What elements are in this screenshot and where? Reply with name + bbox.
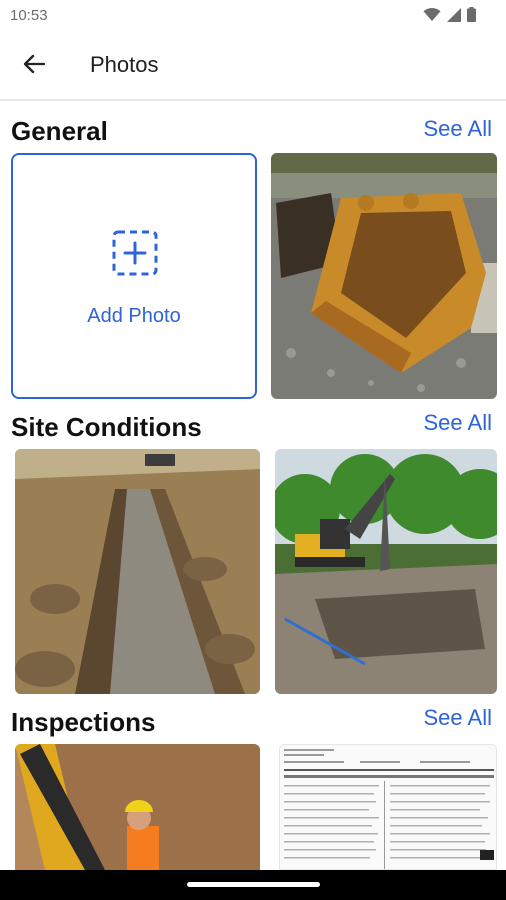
photo-thumbnail[interactable] [279,744,497,870]
see-all-general-link[interactable]: See All [424,116,493,142]
photo-thumbnail[interactable] [15,744,260,870]
section-title-inspections: Inspections [11,707,156,737]
see-all-inspections-link[interactable]: See All [424,705,493,731]
signal-icon [447,7,461,22]
page-title: Photos [90,52,159,77]
see-all-site-conditions-link[interactable]: See All [424,410,493,436]
home-indicator[interactable] [187,882,320,887]
photo-thumbnail[interactable] [275,449,497,694]
photo-thumbnail[interactable] [271,153,497,399]
app-bar: Photos [0,32,506,98]
add-photo-icon [111,229,159,277]
back-button[interactable] [14,44,54,84]
battery-icon [467,7,476,22]
section-title-site-conditions: Site Conditions [11,412,202,442]
photo-thumbnail[interactable] [15,449,260,694]
add-photo-button[interactable]: Add Photo [11,153,257,399]
status-bar: 10:53 [0,0,506,32]
add-photo-label: Add Photo [87,305,181,327]
app-bar-divider [0,99,506,101]
status-icons [423,7,476,22]
arrow-left-icon [23,54,45,74]
wifi-icon [423,7,441,22]
status-time: 10:53 [10,7,48,24]
section-title-general: General [11,116,108,146]
